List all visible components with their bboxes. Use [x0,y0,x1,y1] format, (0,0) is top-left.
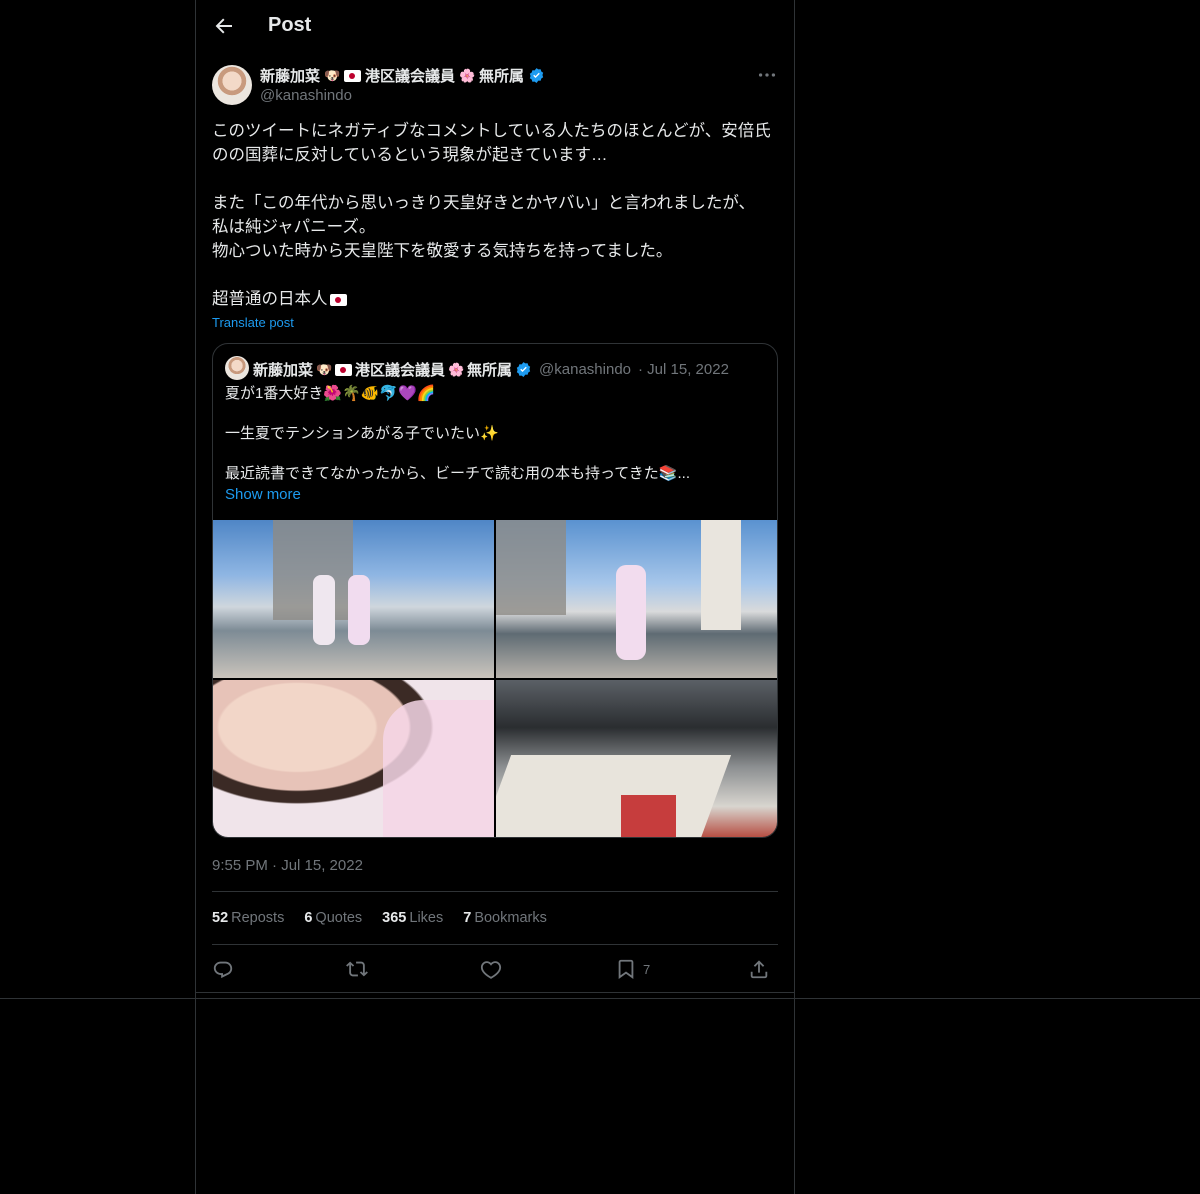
quoted-display-name: 新藤加菜 [253,362,314,379]
quoted-avatar [225,356,249,380]
verified-badge-icon [516,362,531,377]
quoted-name-suffix: 港区議会議員 [355,362,446,379]
photo-4[interactable] [496,680,777,837]
page-title: Post [268,14,312,36]
quoted-line-1: 夏が1番大好き🌺🌴🐠🐬💜🌈 [225,385,436,402]
quoted-handle: @kanashindo [539,361,632,378]
action-bar: 7 [212,957,778,981]
reply-icon [213,961,233,979]
blossom-emoji-icon: 🌸 [448,361,465,377]
engagement-stats: 52 Reposts 6 Quotes 365 Likes 7 Bookmarks [212,910,547,926]
bookmarks-label: Bookmarks [474,910,547,926]
bookmarks-stat[interactable]: 7 Bookmarks [463,910,547,926]
verified-badge-icon [529,68,544,83]
quotes-stat[interactable]: 6 Quotes [304,910,362,926]
reposts-count: 52 [212,910,229,926]
more-icon[interactable] [756,64,778,86]
repost-button[interactable] [346,957,368,981]
reposts-label: Reposts [231,910,285,926]
share-icon [750,960,768,979]
bookmarks-count: 7 [463,910,472,926]
reply-button[interactable] [212,957,234,981]
name-suffix: 港区議会議員 [365,68,456,85]
avatar[interactable] [212,65,252,105]
share-button[interactable] [748,957,770,981]
quoted-line-3: 最近読書できてなかったから、ビーチで読む用の本も持ってきた📚... [225,465,690,482]
tweet-text-content: このツイートにネガティブなコメントしている人たちのほとんどが、安倍氏のの国葬に反… [212,122,771,308]
divider [196,992,794,993]
header: Post [196,0,794,53]
quoted-date: · Jul 15, 2022 [638,361,729,378]
quotes-count: 6 [304,910,313,926]
reposts-stat[interactable]: 52 Reposts [212,910,284,926]
post-timestamp[interactable]: 9:55 PM · Jul 15, 2022 [212,857,363,874]
main-column: Post 新藤加菜 🐶 港区議会議員 🌸 無所属 @kanashindo このツ… [195,0,795,1194]
photo-1[interactable] [213,520,494,678]
tweet-text: このツイートにネガティブなコメントしている人たちのほとんどが、安倍氏のの国葬に反… [212,119,778,311]
quotes-label: Quotes [315,910,363,926]
show-more-link[interactable]: Show more [225,486,301,503]
likes-stat[interactable]: 365 Likes [382,910,443,926]
bookmark-count: 7 [643,961,651,977]
likes-label: Likes [409,910,444,926]
dog-emoji-icon: 🐶 [324,67,341,83]
japan-flag-icon [335,363,353,376]
like-button[interactable] [480,957,502,981]
japan-flag-icon [329,293,347,306]
japan-flag-icon [344,69,362,82]
photo-3[interactable] [213,680,494,837]
photo-2[interactable] [496,520,777,678]
bookmark-button[interactable]: 7 [615,957,650,981]
author-name[interactable]: 新藤加菜 🐶 港区議会議員 🌸 無所属 [260,65,545,86]
name-tail: 無所属 [479,68,525,85]
media-grid [213,520,777,837]
quoted-name-tail: 無所属 [467,362,513,379]
likes-count: 365 [382,910,407,926]
author-handle[interactable]: @kanashindo [260,87,352,104]
blossom-emoji-icon: 🌸 [459,67,476,83]
translate-link[interactable]: Translate post [212,315,294,330]
quoted-author: 新藤加菜 🐶 港区議会議員 🌸 無所属 @kanashindo · Jul 15… [253,359,729,380]
back-arrow-icon[interactable] [212,14,236,38]
divider [0,998,1200,999]
quoted-line-2: 一生夏でテンションあがる子でいたい✨ [225,425,499,442]
quoted-tweet[interactable]: 新藤加菜 🐶 港区議会議員 🌸 無所属 @kanashindo · Jul 15… [212,343,778,838]
divider [212,891,778,892]
quoted-text: 夏が1番大好き🌺🌴🐠🐬💜🌈 一生夏でテンションあがる子でいたい✨ 最近読書できて… [225,384,765,484]
bookmark-icon [618,959,634,979]
repost-icon [346,961,368,977]
display-name: 新藤加菜 [260,68,321,85]
divider [212,944,778,945]
like-icon [480,961,502,979]
dog-emoji-icon: 🐶 [316,361,333,377]
